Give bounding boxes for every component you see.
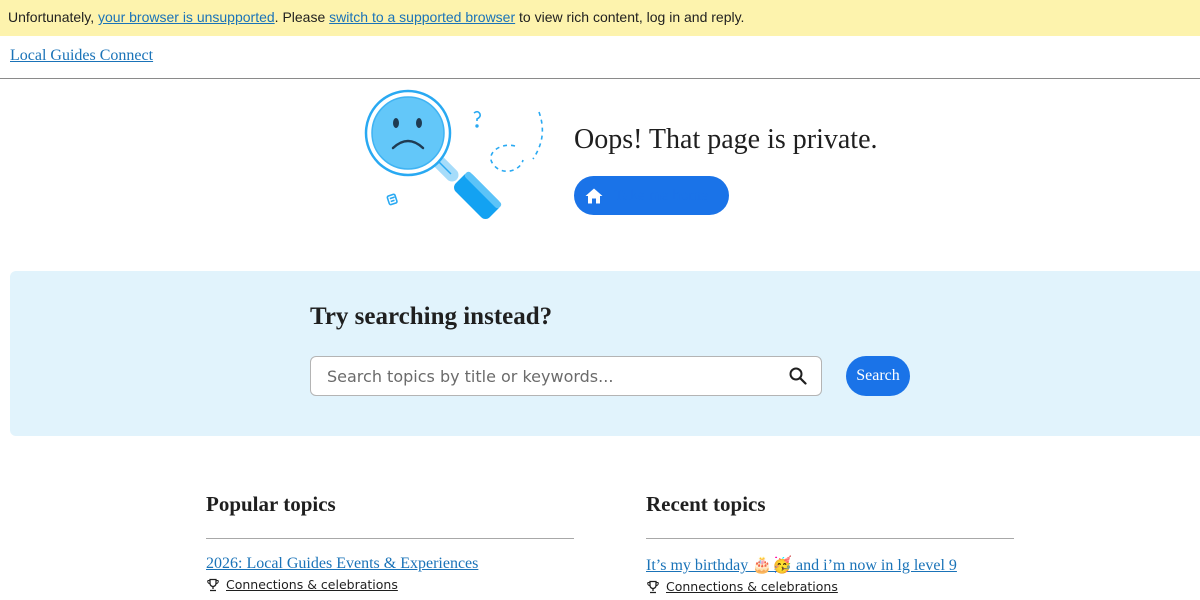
switch-browser-link[interactable]: switch to a supported browser xyxy=(329,9,515,25)
search-panel: Try searching instead? Search xyxy=(10,271,1200,436)
topic-link[interactable]: 2026: Local Guides Events & Experiences xyxy=(206,555,574,573)
unsupported-browser-banner: Unfortunately, your browser is unsupport… xyxy=(0,0,1200,36)
topic-category-link[interactable]: Connections & celebrations xyxy=(226,577,398,592)
search-icon[interactable] xyxy=(788,366,808,386)
topic-meta: Connections & celebrations xyxy=(646,579,1014,594)
take-me-home-button[interactable]: Take me home xyxy=(574,176,729,215)
recent-topics-heading: Recent topics xyxy=(646,492,766,516)
list-item: It’s my birthday 🎂🥳 and i’m now in lg le… xyxy=(646,555,1014,594)
sad-magnifier-icon xyxy=(364,89,544,219)
trophy-icon xyxy=(647,580,659,593)
topic-category-link[interactable]: Connections & celebrations xyxy=(666,579,838,594)
popular-topics-section: Popular topics 2026: Local Guides Events… xyxy=(206,492,574,592)
site-header: Local Guides Connect xyxy=(0,36,1200,79)
topic-link[interactable]: It’s my birthday 🎂🥳 and i’m now in lg le… xyxy=(646,555,1014,575)
banner-text-prefix: Unfortunately, xyxy=(8,9,99,25)
trophy-icon xyxy=(207,578,219,591)
popular-topics-heading: Popular topics xyxy=(206,492,336,516)
site-home-link[interactable]: Local Guides Connect xyxy=(10,47,153,65)
search-button[interactable]: Search xyxy=(846,356,910,396)
take-me-home-label: Take me home xyxy=(614,186,708,204)
popular-topics-divider xyxy=(206,538,574,539)
error-title: Oops! That page is private. xyxy=(574,124,878,155)
search-input[interactable] xyxy=(311,357,771,395)
topic-meta: Connections & celebrations xyxy=(206,577,574,592)
home-icon xyxy=(585,188,603,203)
search-heading: Try searching instead? xyxy=(310,303,553,330)
recent-topics-divider xyxy=(646,538,1014,539)
unsupported-browser-link[interactable]: your browser is unsupported xyxy=(98,9,275,25)
search-box xyxy=(310,356,822,396)
banner-text-middle: . Please xyxy=(274,9,330,25)
banner-text-suffix: to view rich content, log in and reply. xyxy=(515,9,745,25)
recent-topics-section: Recent topics It’s my birthday 🎂🥳 and i’… xyxy=(646,492,1014,594)
list-item: 2026: Local Guides Events & Experiences … xyxy=(206,555,574,592)
